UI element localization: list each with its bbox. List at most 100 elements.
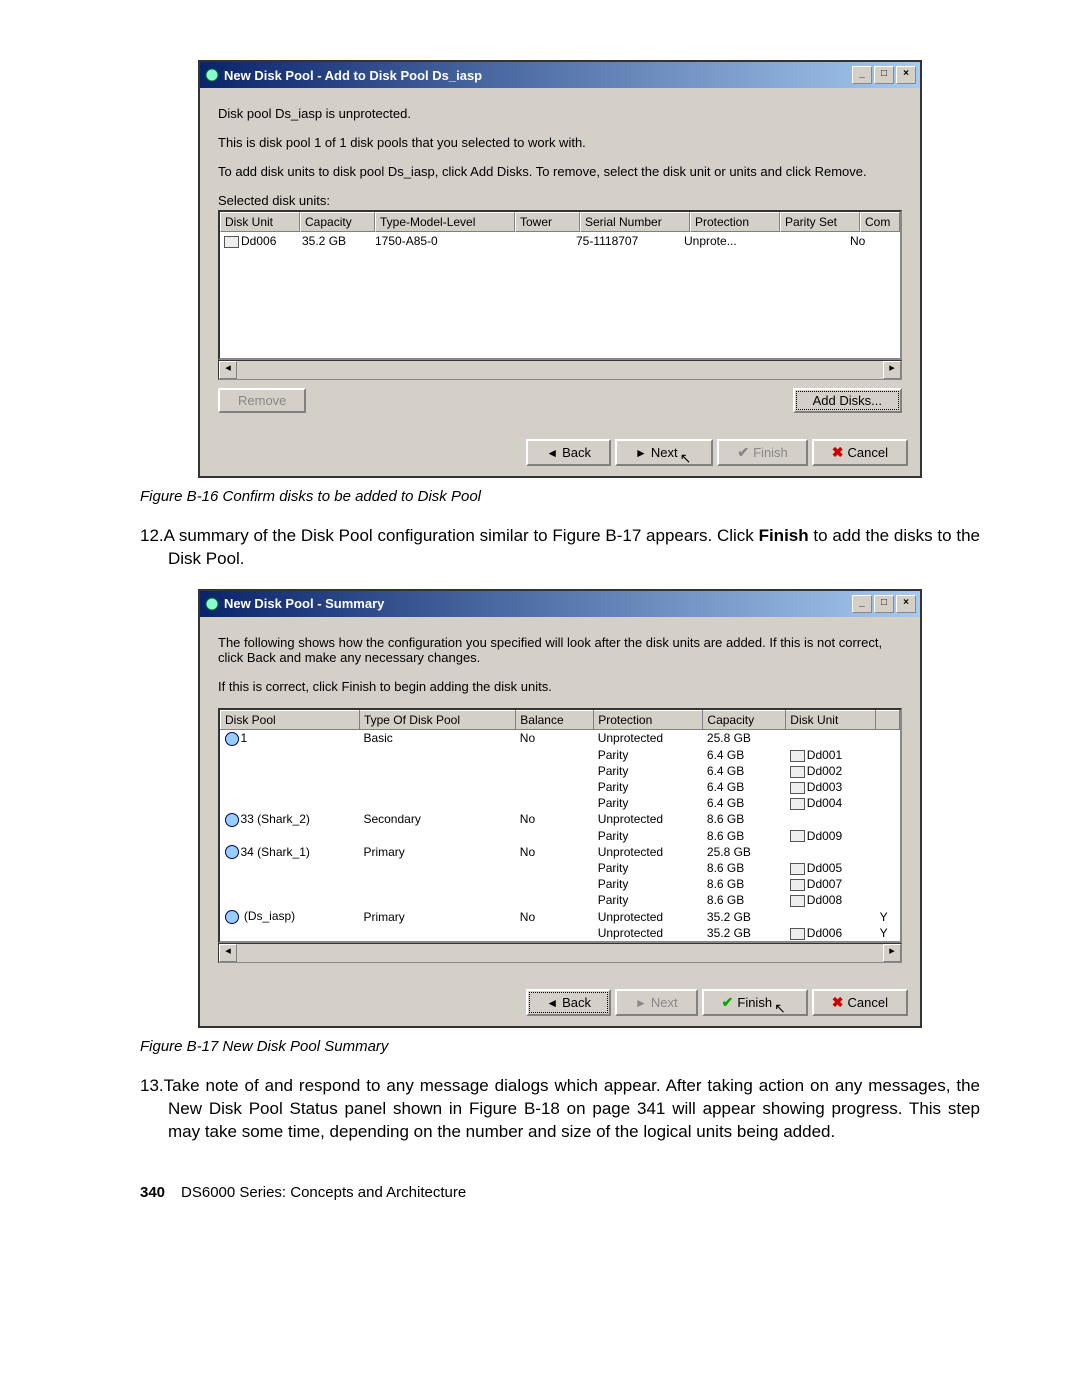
cell-tower	[509, 232, 572, 250]
minimize-button[interactable]: _	[852, 595, 872, 613]
col-serial[interactable]: Serial Number	[580, 212, 690, 232]
table-row[interactable]: Parity8.6 GBDd009	[221, 828, 900, 844]
x-icon	[832, 444, 844, 461]
add-disks-button[interactable]: Add Disks...	[793, 388, 902, 413]
figure-caption-1: Figure B-16 Confirm disks to be added to…	[140, 488, 980, 505]
summary-col[interactable]: Disk Unit	[786, 710, 876, 729]
table-row[interactable]: 1BasicNoUnprotected25.8 GB	[221, 729, 900, 746]
maximize-button[interactable]: □	[874, 595, 894, 613]
diskpool-window-icon	[204, 596, 220, 612]
scroll-left-icon[interactable]: ◂	[219, 944, 237, 962]
table-row[interactable]: Parity6.4 GBDd004	[221, 795, 900, 811]
diskunit-icon	[790, 879, 805, 891]
summary-col[interactable]: Balance	[516, 710, 594, 729]
diskpool-window-icon	[204, 67, 220, 83]
scroll-right-icon[interactable]: ▸	[883, 361, 901, 379]
table-row[interactable]: Parity6.4 GBDd003	[221, 779, 900, 795]
table-row[interactable]: Parity8.6 GBDd005	[221, 860, 900, 876]
check-icon	[722, 994, 734, 1011]
x-icon	[832, 994, 844, 1011]
table-row[interactable]: Parity6.4 GBDd002	[221, 763, 900, 779]
table-row[interactable]: (Ds_iasp)PrimaryNoUnprotected35.2 GBY	[221, 908, 900, 925]
diskunit-icon	[224, 236, 239, 248]
col-type[interactable]: Type-Model-Level	[375, 212, 515, 232]
table-row[interactable]: Parity8.6 GBDd008	[221, 892, 900, 908]
diskunit-icon	[790, 798, 805, 810]
cell-com: No	[846, 232, 900, 250]
col-diskunit[interactable]: Disk Unit	[220, 212, 300, 232]
table-row[interactable]: Unprotected35.2 GBDd006Y	[221, 925, 900, 941]
selected-units-label: Selected disk units:	[218, 193, 902, 208]
summary-dialog: New Disk Pool - Summary _ □ × The follow…	[198, 589, 922, 1028]
cell-type: 1750-A85-0	[371, 232, 509, 250]
cell-diskunit: Dd006	[241, 234, 276, 248]
diskunit-icon	[790, 750, 805, 762]
table-h-scrollbar[interactable]: ◂ ▸	[218, 943, 902, 963]
cell-protection: Unprote...	[680, 232, 768, 250]
book-title: DS6000 Series: Concepts and Architecture	[181, 1184, 466, 1201]
col-tower[interactable]: Tower	[515, 212, 580, 232]
info-text-1: Disk pool Ds_iasp is unprotected.	[218, 106, 902, 121]
cancel-button[interactable]: Cancel	[812, 989, 908, 1016]
selected-disk-table[interactable]: Disk Unit Capacity Type-Model-Level Towe…	[218, 210, 902, 360]
diskunit-icon	[790, 830, 805, 842]
summary-text-2: If this is correct, click Finish to begi…	[218, 679, 902, 694]
scroll-left-icon[interactable]: ◂	[219, 361, 237, 379]
summary-col[interactable]: Capacity	[703, 710, 786, 729]
next-button[interactable]: Next↖	[615, 439, 713, 466]
scroll-right-icon[interactable]: ▸	[883, 944, 901, 962]
finish-button[interactable]: Finish↖	[702, 989, 808, 1016]
summary-col[interactable]	[876, 710, 900, 729]
close-button[interactable]: ×	[896, 595, 916, 613]
summary-text-1: The following shows how the configuratio…	[218, 635, 902, 665]
info-text-2: This is disk pool 1 of 1 disk pools that…	[218, 135, 902, 150]
window-title: New Disk Pool - Summary	[224, 596, 384, 611]
table-row[interactable]: 34 (Shark_1)PrimaryNoUnprotected25.8 GB	[221, 844, 900, 861]
summary-table[interactable]: Disk PoolType Of Disk PoolBalanceProtect…	[218, 708, 902, 943]
add-disk-pool-dialog: New Disk Pool - Add to Disk Pool Ds_iasp…	[198, 60, 922, 478]
col-parity[interactable]: Parity Set	[780, 212, 860, 232]
table-row[interactable]: Parity6.4 GBDd001	[221, 747, 900, 763]
summary-col[interactable]: Type Of Disk Pool	[359, 710, 515, 729]
table-row[interactable]: Dd006 35.2 GB 1750-A85-0 75-1118707 Unpr…	[220, 232, 900, 250]
diskunit-icon	[790, 895, 805, 907]
window-title: New Disk Pool - Add to Disk Pool Ds_iasp	[224, 68, 482, 83]
minimize-button[interactable]: _	[852, 66, 872, 84]
close-button[interactable]: ×	[896, 66, 916, 84]
finish-button: Finish	[717, 439, 807, 466]
col-protection[interactable]: Protection	[690, 212, 780, 232]
step-12-text: 12.A summary of the Disk Pool configurat…	[168, 525, 980, 571]
pool-icon	[225, 910, 239, 924]
diskunit-icon	[790, 863, 805, 875]
col-com[interactable]: Com	[860, 212, 900, 232]
info-text-3: To add disk units to disk pool Ds_iasp, …	[218, 164, 902, 179]
step-13-text: 13.Take note of and respond to any messa…	[168, 1075, 980, 1144]
col-capacity[interactable]: Capacity	[300, 212, 375, 232]
cell-capacity: 35.2 GB	[298, 232, 371, 250]
arrow-right-icon	[635, 445, 647, 460]
table-row[interactable]: 33 (Shark_2)SecondaryNoUnprotected8.6 GB	[221, 811, 900, 828]
back-button[interactable]: Back	[526, 439, 611, 466]
summary-col[interactable]: Disk Pool	[221, 710, 360, 729]
table-header: Disk Unit Capacity Type-Model-Level Towe…	[220, 212, 900, 232]
summary-col[interactable]: Protection	[594, 710, 703, 729]
cancel-button[interactable]: Cancel	[812, 439, 908, 466]
remove-button: Remove	[218, 388, 306, 413]
diskunit-icon	[790, 766, 805, 778]
table-h-scrollbar[interactable]: ◂ ▸	[218, 360, 902, 380]
maximize-button[interactable]: □	[874, 66, 894, 84]
back-button[interactable]: Back	[526, 989, 611, 1016]
window-titlebar: New Disk Pool - Add to Disk Pool Ds_iasp…	[200, 62, 920, 88]
table-header: Disk PoolType Of Disk PoolBalanceProtect…	[221, 710, 900, 729]
figure-caption-2: Figure B-17 New Disk Pool Summary	[140, 1038, 980, 1055]
arrow-left-icon	[546, 445, 558, 460]
pool-icon	[225, 732, 239, 746]
mouse-cursor-icon: ↖	[680, 450, 692, 467]
check-icon	[737, 444, 749, 461]
arrow-left-icon	[546, 995, 558, 1010]
arrow-right-icon	[635, 995, 647, 1010]
window-titlebar: New Disk Pool - Summary _ □ ×	[200, 591, 920, 617]
mouse-cursor-icon: ↖	[774, 1000, 786, 1017]
table-row[interactable]: Parity8.6 GBDd007	[221, 876, 900, 892]
diskunit-icon	[790, 928, 805, 940]
